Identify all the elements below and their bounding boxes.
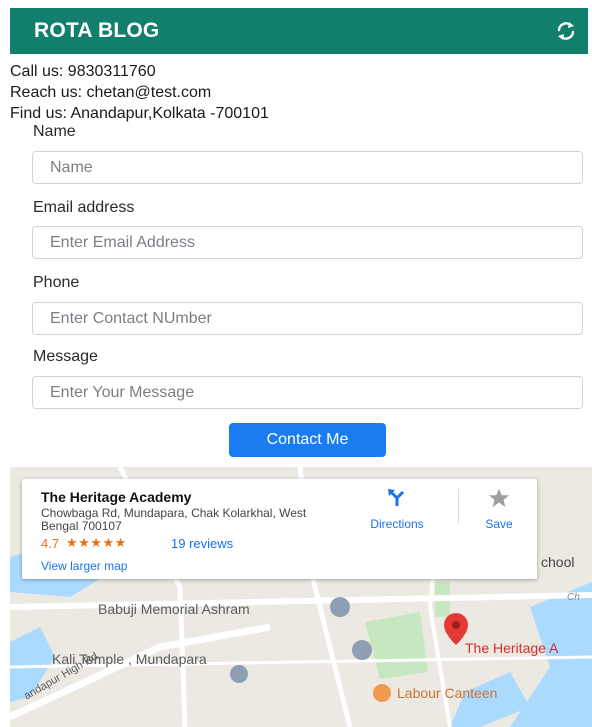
message-input[interactable] xyxy=(32,376,583,409)
email-input[interactable] xyxy=(32,226,583,259)
place-name: The Heritage Academy xyxy=(41,489,192,505)
directions-icon xyxy=(388,489,405,506)
card-divider xyxy=(458,489,459,523)
view-larger-map-link[interactable]: View larger map xyxy=(41,559,127,573)
call-us-text: Call us: 9830311760 xyxy=(10,63,156,80)
phone-label: Phone xyxy=(33,274,80,291)
contact-me-button[interactable]: Contact Me xyxy=(229,423,386,457)
find-us-text: Find us: Anandapur,Kolkata -700101 xyxy=(10,105,269,122)
directions-label: Directions xyxy=(370,517,424,531)
reach-us-text: Reach us: chetan@test.com xyxy=(10,84,212,101)
map-embed[interactable]: chool Ch Babuji Memorial Ashram Kali Tem… xyxy=(10,467,592,727)
app-bar: ROTA BLOG xyxy=(10,8,588,54)
map-label-ch: Ch xyxy=(567,592,580,603)
star-icon xyxy=(489,488,509,508)
app-title: ROTA BLOG xyxy=(34,19,160,42)
email-label: Email address xyxy=(33,199,135,216)
message-label: Message xyxy=(33,348,98,365)
directions-button[interactable]: Directions xyxy=(357,488,437,531)
map-label-school: chool xyxy=(541,554,575,570)
reviews-link[interactable]: 19 reviews xyxy=(171,536,233,551)
place-info-card: The Heritage Academy Chowbaga Rd, Mundap… xyxy=(22,479,537,579)
save-button[interactable]: Save xyxy=(471,488,527,531)
rating-stars: ★★★★★ xyxy=(66,535,127,550)
map-label-heritage: The Heritage A xyxy=(465,640,559,656)
place-address: Chowbaga Rd, Mundapara, Chak Kolarkhal, … xyxy=(41,506,307,533)
map-label-canteen: Labour Canteen xyxy=(397,685,498,701)
map-label-babuji: Babuji Memorial Ashram xyxy=(98,601,250,617)
phone-input[interactable] xyxy=(32,302,583,335)
place-rating: 4.7 xyxy=(41,536,60,551)
save-label: Save xyxy=(485,517,513,531)
name-label: Name xyxy=(33,123,76,140)
contact-info: Call us: 9830311760 Reach us: chetan@tes… xyxy=(10,61,269,124)
name-input[interactable] xyxy=(32,151,583,184)
refresh-icon[interactable] xyxy=(554,19,578,43)
